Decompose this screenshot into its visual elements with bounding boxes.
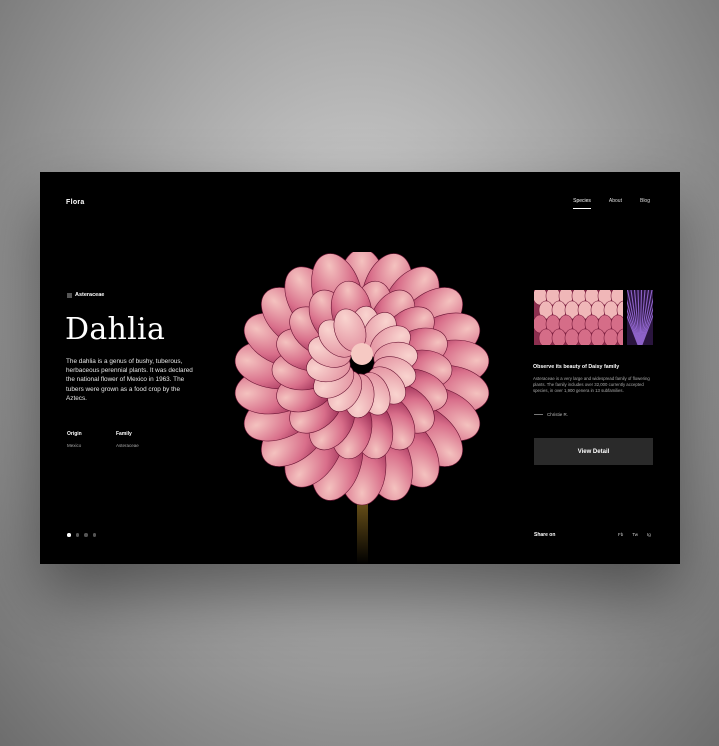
author-name: Christie R.: [547, 412, 569, 417]
social-links: Fb Tw Ig: [618, 532, 651, 537]
instagram-link[interactable]: Ig: [647, 532, 651, 537]
author-divider: [534, 414, 543, 415]
flower-center: [351, 343, 373, 365]
nav-item-about[interactable]: About: [609, 198, 622, 209]
side-title: Observe its beauty of Daisy family: [533, 364, 620, 370]
tag-icon: [67, 292, 72, 298]
carousel-dot[interactable]: [84, 533, 88, 537]
hero-card: Flora Species About Blog Asteraceae Dahl…: [40, 172, 680, 564]
facebook-link[interactable]: Fb: [618, 532, 623, 537]
view-detail-button[interactable]: View Detail: [534, 438, 653, 465]
family-tag-label: Asteraceae: [75, 292, 105, 298]
share-label: Share on: [534, 532, 556, 538]
origin-label: Origin: [67, 431, 82, 437]
carousel-dot[interactable]: [75, 533, 79, 537]
nav-item-blog[interactable]: Blog: [640, 198, 650, 209]
origin-info: Origin Mexico: [67, 431, 82, 448]
carousel-dot[interactable]: [92, 533, 96, 537]
twitter-link[interactable]: Tw: [632, 532, 638, 537]
family-value: Asteraceae: [116, 443, 139, 448]
family-label: Family: [116, 431, 132, 437]
family-tag: Asteraceae: [67, 292, 104, 298]
dahlia-image: [234, 252, 490, 564]
nav-item-species[interactable]: Species: [573, 198, 591, 209]
thumbnail-dahlia[interactable]: [534, 290, 623, 345]
flower-description: The dahlia is a genus of bushy, tuberous…: [66, 358, 193, 402]
side-description: Asteraceae is a very large and widesprea…: [533, 376, 650, 394]
author: Christie R.: [534, 412, 568, 417]
origin-value: Mexico: [67, 443, 82, 448]
thumbnail-aster[interactable]: [627, 290, 653, 345]
carousel-dot[interactable]: [67, 533, 71, 537]
family-info: Family Asteraceae: [116, 431, 139, 448]
top-nav: Species About Blog: [573, 198, 650, 209]
logo[interactable]: Flora: [66, 199, 85, 206]
carousel-dots: [67, 533, 96, 537]
page-title: Dahlia: [65, 312, 166, 347]
